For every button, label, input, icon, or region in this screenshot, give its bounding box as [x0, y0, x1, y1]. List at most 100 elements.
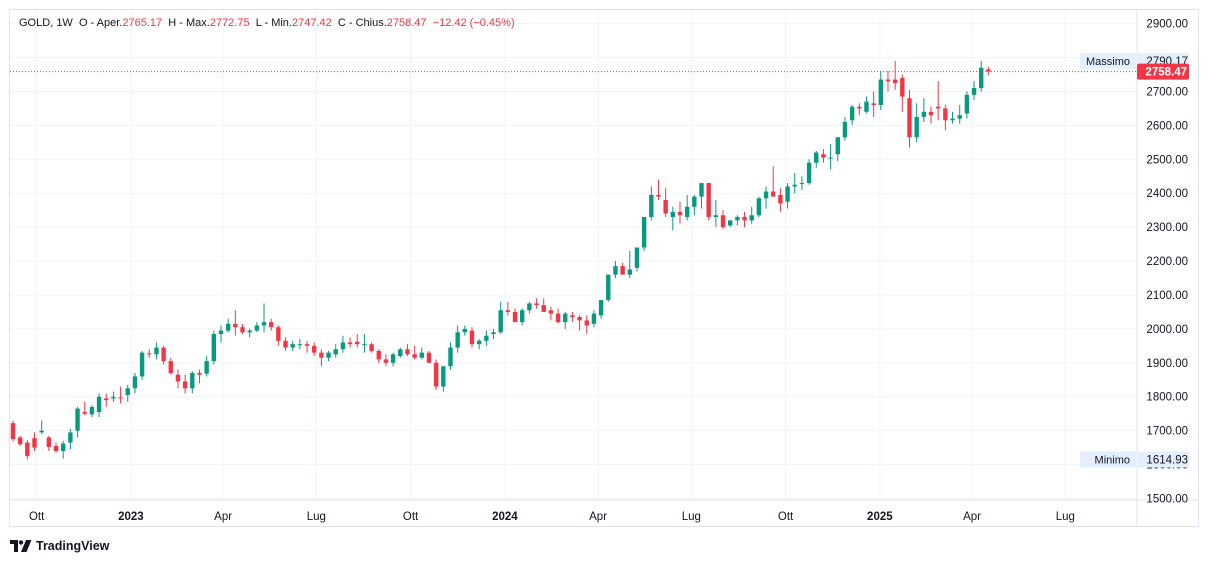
candle-body — [541, 305, 546, 312]
candle-body — [17, 437, 23, 445]
candle-body — [548, 310, 554, 314]
candle-body — [132, 376, 138, 389]
candle-body — [627, 269, 632, 275]
candle-body — [276, 327, 281, 341]
candle-body — [814, 152, 819, 163]
candle-body — [491, 332, 496, 334]
candle-body — [61, 443, 66, 452]
candle-body — [333, 349, 338, 355]
y-tick-label: 1800.00 — [1146, 392, 1188, 404]
x-tick-label: Ott — [403, 511, 419, 523]
candle-body — [727, 220, 733, 226]
y-tick-label: 2700.00 — [1146, 86, 1188, 98]
candle-body — [240, 327, 245, 333]
candle-body — [398, 349, 403, 357]
candle-body — [283, 340, 288, 348]
candle-body — [706, 183, 711, 217]
y-tick-label: 2500.00 — [1146, 154, 1188, 166]
candle-body — [254, 325, 260, 331]
candle-body — [677, 211, 683, 216]
candle-body — [290, 344, 295, 348]
candle-body — [104, 398, 109, 401]
candle-body — [591, 313, 597, 324]
y-tick-label: 2200.00 — [1146, 256, 1188, 268]
x-tick-label: Ott — [778, 511, 794, 523]
x-tick-label: Apr — [963, 511, 981, 523]
candle-body — [247, 330, 252, 333]
candle-body — [347, 342, 353, 345]
candle-body — [842, 121, 848, 138]
close-value: 2758.47 — [386, 17, 427, 29]
close-label: C - Chius. — [337, 17, 387, 29]
candle-body — [670, 211, 676, 217]
candle-body — [46, 437, 52, 447]
y-tick-label: 2000.00 — [1146, 324, 1188, 336]
candle-body — [147, 353, 152, 355]
candle-body — [75, 408, 80, 431]
candle-body — [663, 200, 668, 214]
candle-body — [914, 116, 919, 138]
candle-body — [892, 79, 898, 83]
y-tick-label: 2900.00 — [1146, 19, 1188, 31]
candle-body — [211, 333, 217, 362]
candle-body — [928, 111, 934, 116]
candle-body — [828, 157, 833, 159]
candle-body — [225, 323, 231, 331]
candle-body — [606, 274, 611, 301]
candle-body — [785, 186, 790, 202]
candle-body — [190, 372, 195, 389]
candle-body — [563, 313, 568, 323]
interval-label[interactable]: 1W — [56, 17, 73, 29]
chart-pane[interactable]: 1500.001600.001700.001800.001900.002000.… — [9, 9, 1199, 527]
candle-body — [950, 118, 955, 121]
open-value: 2765.17 — [122, 17, 163, 29]
candle-body — [979, 67, 984, 89]
candle-body — [799, 183, 805, 185]
candle-body — [921, 111, 927, 117]
candle-body — [771, 191, 776, 197]
x-tick-label: Lug — [1056, 511, 1075, 523]
candle-body — [864, 101, 869, 112]
candlestick-chart[interactable]: 1500.001600.001700.001800.001900.002000.… — [10, 10, 1198, 526]
candle-body — [218, 330, 224, 334]
x-tick-label: 2024 — [492, 511, 518, 523]
candle-body — [656, 194, 661, 197]
candle-body — [32, 438, 37, 448]
candle-body — [756, 198, 762, 216]
candle-body — [907, 98, 912, 138]
candle-body — [835, 137, 840, 155]
candle-body — [957, 115, 962, 119]
last-price-badge: 2758.47 — [1145, 67, 1187, 79]
tradingview-logo[interactable]: TradingView — [10, 539, 109, 553]
candle-body — [720, 215, 726, 228]
y-tick-label: 1700.00 — [1146, 426, 1188, 438]
candle-body — [620, 266, 625, 275]
candle-body — [792, 184, 797, 187]
high-label: H - Max. — [168, 17, 210, 29]
candle-body — [412, 354, 417, 358]
min-marker-value: 1614.93 — [1146, 455, 1188, 467]
candle-body — [182, 381, 188, 389]
candle-body — [319, 352, 324, 358]
candle-body — [362, 344, 367, 346]
x-tick-label: Ott — [29, 511, 45, 523]
candle-body — [692, 196, 697, 207]
y-tick-label: 2400.00 — [1146, 188, 1188, 200]
candle-body — [742, 216, 747, 221]
candle-body — [778, 194, 783, 204]
symbol-name[interactable]: GOLD — [19, 17, 50, 29]
candle-body — [584, 320, 589, 326]
candle-body — [125, 388, 130, 396]
candle-body — [943, 108, 948, 121]
candle-body — [405, 349, 410, 355]
candle-body — [118, 397, 123, 399]
candle-body — [419, 352, 425, 358]
candle-body — [312, 345, 317, 353]
candle-body — [878, 79, 884, 106]
candle-body — [570, 315, 575, 318]
candle-body — [613, 266, 618, 275]
candle-body — [484, 335, 489, 341]
candle-body — [168, 361, 173, 373]
x-tick-label: Apr — [589, 511, 607, 523]
change-value: −12.42 (−0.45%) — [432, 17, 515, 29]
